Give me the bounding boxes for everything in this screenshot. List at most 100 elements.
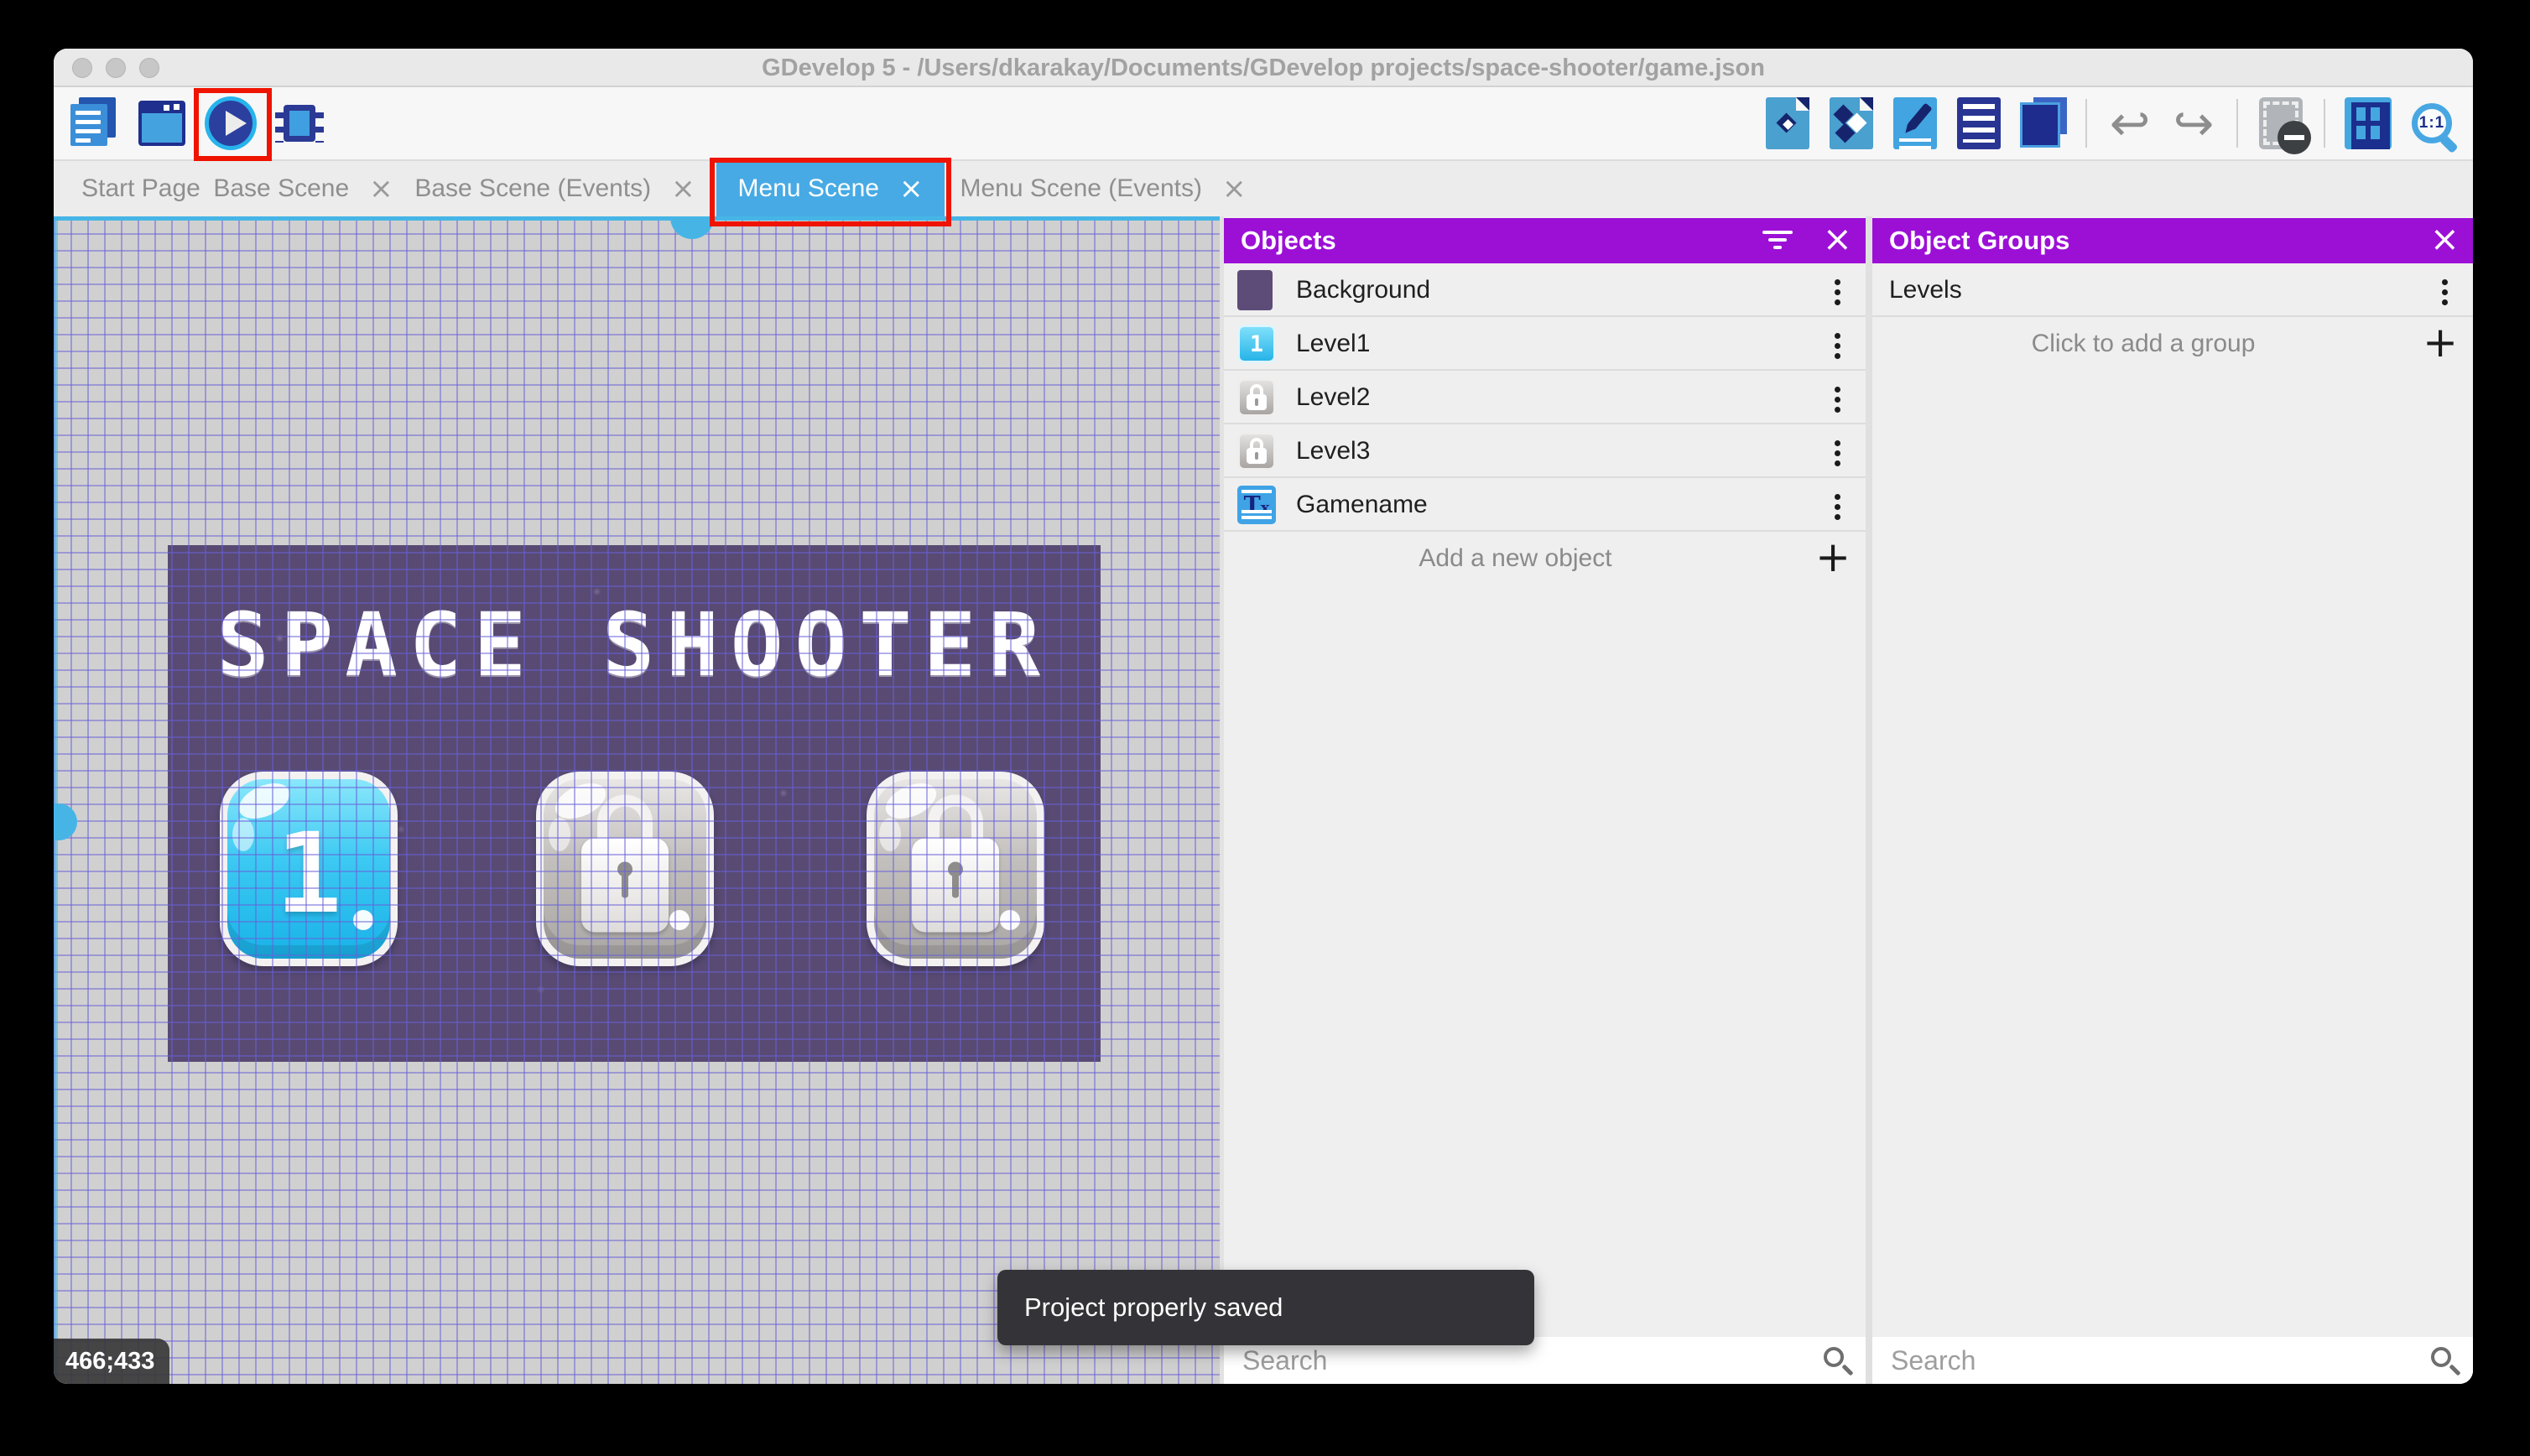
scene-window-icon[interactable] [136,96,188,151]
object-groups-list: Levels Click to add a group [1872,263,2473,371]
button-dot [1000,910,1020,930]
main-area: SPACE SHOOTER 1 [54,216,2473,1384]
text-object-thumbnail: Tx [1237,486,1276,524]
tab-close-icon[interactable]: × [1222,176,1247,201]
level2-button-object[interactable] [536,772,714,966]
locked-thumbnail [1237,432,1276,471]
mask-icon [2259,97,2303,149]
search-icon [1824,1347,1844,1367]
horizontal-scrollbar[interactable] [54,216,1220,221]
tab-base-scene[interactable]: Base Scene × [213,161,393,216]
tab-menu-scene-events[interactable]: Menu Scene (Events) × [945,161,1262,216]
vertical-scrollbar[interactable] [54,216,58,1384]
kebab-menu-icon[interactable] [1835,387,1840,393]
kebab-menu-icon[interactable] [1835,333,1840,339]
app-window: GDevelop 5 - /Users/dkarakay/Documents/G… [54,49,2473,1384]
kebab-menu-icon[interactable] [1835,494,1840,500]
tab-close-icon[interactable]: × [369,176,393,201]
zoom-1-1-label: 1:1 [2419,114,2444,133]
layers-button[interactable] [2017,96,2069,151]
scene-window-glyph [138,101,185,146]
object-label: Gamename [1296,478,1428,532]
close-icon[interactable] [2430,218,2460,263]
mask-button[interactable] [2255,96,2307,151]
object-groups-panel: Object Groups Levels Click to add a grou… [1872,216,2473,1384]
object-row-level3[interactable]: Level3 [1224,424,1866,478]
object-groups-panel-title: Object Groups [1889,218,2069,263]
tab-label: Base Scene [213,174,349,203]
save-toast: Project properly saved [997,1270,1534,1345]
properties-icon [1893,97,1937,149]
project-manager-icon[interactable] [67,96,119,151]
instances-list-icon [1957,97,2001,149]
vertical-scrollbar-thumb[interactable] [54,803,77,840]
object-groups-panel-header: Object Groups [1872,218,2473,263]
filter-icon[interactable] [1762,231,1793,252]
kebab-menu-icon[interactable] [1835,279,1840,285]
scene-editor-canvas[interactable]: SPACE SHOOTER 1 [54,216,1220,1384]
button-gloss [879,818,901,851]
add-group-label: Click to add a group [1872,317,2414,371]
toolbar-right-group: 1:1 [1762,87,2458,159]
search-icon [2431,1347,2451,1367]
tab-close-icon[interactable]: × [671,176,695,201]
grid-button[interactable] [2342,96,2394,151]
annotation-red-box-menu-scene-tab [710,158,951,226]
object-groups-search-bar [1872,1337,2473,1384]
locked-thumbnail [1237,378,1276,417]
add-group-row[interactable]: Click to add a group [1872,317,2473,371]
plus-icon[interactable] [2423,317,2458,371]
level3-button-object[interactable] [867,772,1044,966]
button-gloss [549,818,570,851]
cursor-coordinates-badge: 466;433 [54,1339,169,1384]
toolbar-divider [2236,99,2238,148]
toolbar-divider [2324,99,2325,148]
debugger-button[interactable] [273,96,325,151]
group-row-levels[interactable]: Levels [1872,263,2473,317]
close-icon[interactable] [1823,218,1852,263]
annotation-red-box-play [194,88,272,161]
kebab-menu-icon[interactable] [2442,279,2448,285]
main-toolbar: 1:1 [54,87,2473,161]
level1-button-object[interactable]: 1 [220,772,398,966]
instances-list-button[interactable] [1953,96,2005,151]
object-groups-editor-button[interactable] [1825,96,1877,151]
minus-badge-icon [2278,121,2311,154]
lock-icon [909,794,1002,932]
tab-base-scene-events[interactable]: Base Scene (Events)× [393,161,716,216]
object-row-gamename[interactable]: Tx Gamename [1224,478,1866,532]
plus-icon[interactable] [1815,532,1851,585]
object-row-level2[interactable]: Level2 [1224,371,1866,424]
lock-icon [579,794,671,932]
game-title-text-object[interactable]: SPACE SHOOTER [168,594,1101,696]
objects-panel-header: Objects [1224,218,1866,263]
properties-button[interactable] [1889,96,1941,151]
undo-icon [2110,96,2151,151]
title-bar: GDevelop 5 - /Users/dkarakay/Documents/G… [54,49,2473,87]
objects-editor-button[interactable] [1762,96,1814,151]
add-object-row[interactable]: Add a new object [1224,532,1866,585]
tab-start-page[interactable]: Start Page [69,161,213,216]
tab-label: Start Page [81,174,200,203]
kebab-menu-icon[interactable] [1835,440,1840,446]
object-label: Level2 [1296,371,1370,424]
tab-label: Menu Scene (Events) [960,174,1202,203]
object-groups-search-input[interactable] [1872,1337,2473,1384]
undo-button[interactable] [2104,96,2156,151]
color-swatch-thumbnail [1237,270,1273,310]
window-title: GDevelop 5 - /Users/dkarakay/Documents/G… [54,49,2473,87]
object-groups-editor-icon [1830,97,1873,149]
object-label: Background [1296,263,1430,317]
objects-panel-title: Objects [1241,218,1336,263]
zoom-1-1-icon: 1:1 [2412,103,2452,143]
redo-button[interactable] [2168,96,2220,151]
button-dot [669,910,690,930]
objects-list: Background 1 Level1 Level2 Level3 [1224,263,1866,585]
panel-divider[interactable] [1866,216,1872,1384]
object-row-background[interactable]: Background [1224,263,1866,317]
horizontal-scrollbar-thumb[interactable] [670,216,714,239]
grid-icon [2345,97,2392,149]
object-row-level1[interactable]: 1 Level1 [1224,317,1866,371]
zoom-1-1-button[interactable]: 1:1 [2406,96,2458,151]
level1-thumbnail: 1 [1237,325,1276,363]
